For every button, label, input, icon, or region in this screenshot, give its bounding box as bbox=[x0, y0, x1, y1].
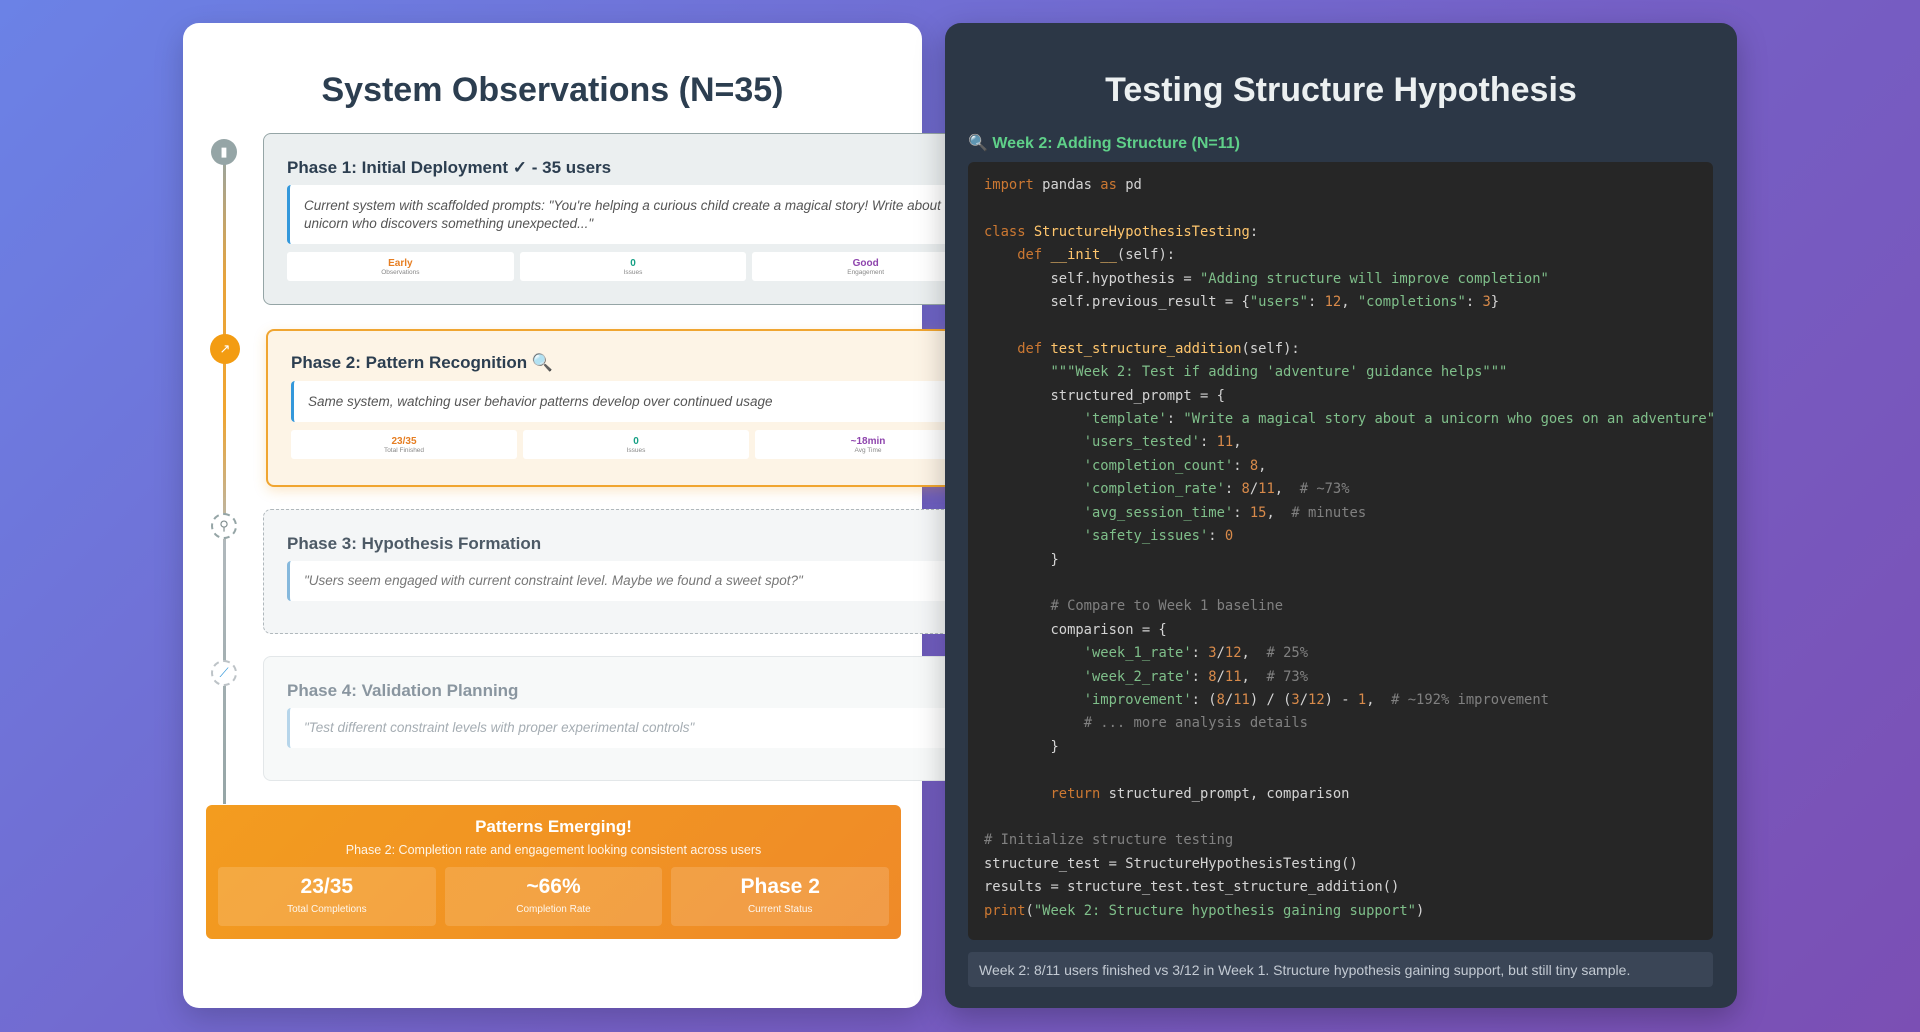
phase-title: Phase 4: Validation Planning bbox=[287, 681, 519, 700]
phase-metrics: Early Observations 0 Issues Good Engagem… bbox=[287, 252, 980, 281]
code-block: import pandas as pd class StructureHypot… bbox=[968, 162, 1713, 940]
phase-3-card: Phase 3: Hypothesis Formation "Users see… bbox=[263, 509, 1003, 634]
phase-1-card: Phase 1: Initial Deployment ✓ - 35 users… bbox=[263, 133, 1003, 305]
phase-2-card: Phase 2: Pattern Recognition 🔍 Same syst… bbox=[266, 329, 1006, 487]
test-tube-icon: ⟋ bbox=[211, 660, 237, 686]
phase-title: Phase 1: Initial Deployment ✓ - 35 users bbox=[287, 158, 612, 177]
phase-title: Phase 2: Pattern Recognition 🔍 bbox=[291, 353, 554, 372]
phase-quote: Current system with scaffolded prompts: … bbox=[287, 185, 979, 244]
stat-completion-rate: ~66% Completion Rate bbox=[444, 867, 663, 926]
metric-issues: 0 Issues bbox=[523, 430, 749, 459]
hypothesis-title: Testing Structure Hypothesis bbox=[1105, 71, 1577, 109]
phase-quote: Same system, watching user behavior patt… bbox=[291, 381, 981, 422]
summary-title: Patterns Emerging! bbox=[475, 817, 632, 836]
code-text: import pandas as pd class StructureHypot… bbox=[984, 177, 1713, 919]
microscope-icon: ⚲ bbox=[211, 513, 237, 539]
trend-icon: ↗ bbox=[210, 334, 240, 364]
metric-issues: 0 Issues bbox=[519, 252, 747, 281]
chart-icon: ▮ bbox=[211, 139, 237, 165]
week-label: 🔍 Week 2: Adding Structure (N=11) bbox=[968, 135, 1240, 152]
observations-panel: System Observations (N=35) ▮ ↗ ⚲ ⟋ Phase… bbox=[183, 23, 1006, 1008]
metric-observations: Early Observations bbox=[287, 252, 514, 281]
summary-subtitle: Phase 2: Completion rate and engagement … bbox=[345, 843, 762, 857]
hypothesis-panel: Testing Structure Hypothesis 🔍 Week 2: A… bbox=[945, 23, 1737, 1008]
timeline-line bbox=[223, 151, 226, 804]
footer-note: Week 2: 8/11 users finished vs 3/12 in W… bbox=[968, 952, 1713, 987]
stat-total-completions: 23/35 Total Completions bbox=[218, 867, 436, 926]
phase-metrics: 23/35 Total Finished 0 Issues ~18min Avg… bbox=[291, 430, 981, 459]
phase-4-card: Phase 4: Validation Planning "Test diffe… bbox=[263, 656, 1003, 781]
stat-current-status: Phase 2 Current Status bbox=[671, 867, 890, 926]
summary-banner: Patterns Emerging! Phase 2: Completion r… bbox=[206, 805, 901, 939]
observations-title: System Observations (N=35) bbox=[321, 71, 784, 109]
phase-quote: "Test different constraint levels with p… bbox=[287, 708, 979, 748]
phase-quote: "Users seem engaged with current constra… bbox=[287, 561, 979, 601]
metric-total-finished: 23/35 Total Finished bbox=[291, 430, 517, 459]
summary-stats: 23/35 Total Completions ~66% Completion … bbox=[218, 867, 890, 926]
phase-title: Phase 3: Hypothesis Formation bbox=[287, 534, 542, 553]
